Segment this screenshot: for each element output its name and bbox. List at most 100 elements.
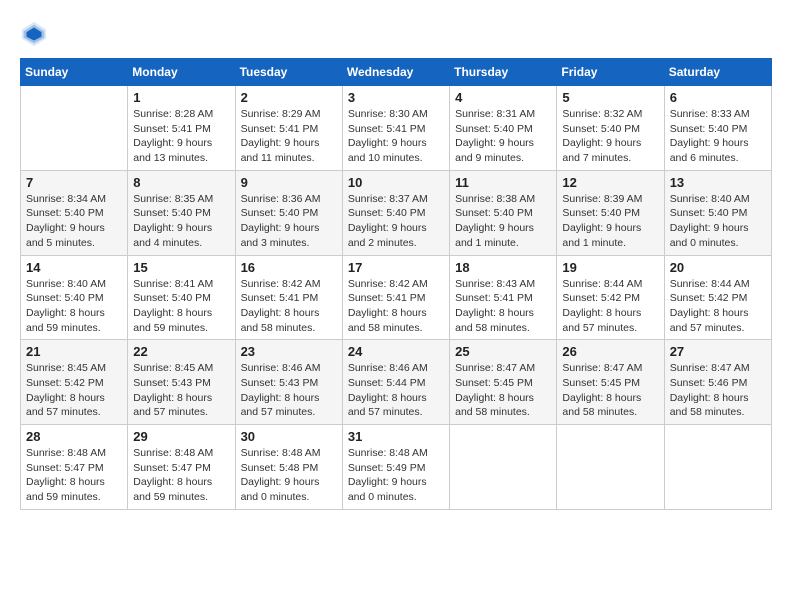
day-number: 26 bbox=[562, 344, 658, 359]
day-info: Sunrise: 8:45 AMSunset: 5:42 PMDaylight:… bbox=[26, 361, 122, 420]
day-header-tuesday: Tuesday bbox=[235, 59, 342, 86]
day-info: Sunrise: 8:40 AMSunset: 5:40 PMDaylight:… bbox=[26, 277, 122, 336]
day-info: Sunrise: 8:36 AMSunset: 5:40 PMDaylight:… bbox=[241, 192, 337, 251]
day-info: Sunrise: 8:38 AMSunset: 5:40 PMDaylight:… bbox=[455, 192, 551, 251]
day-number: 6 bbox=[670, 90, 766, 105]
calendar-cell: 16 Sunrise: 8:42 AMSunset: 5:41 PMDayligh… bbox=[235, 255, 342, 340]
calendar-cell: 21 Sunrise: 8:45 AMSunset: 5:42 PMDayligh… bbox=[21, 340, 128, 425]
logo bbox=[20, 20, 52, 48]
calendar-cell: 12 Sunrise: 8:39 AMSunset: 5:40 PMDayligh… bbox=[557, 170, 664, 255]
day-number: 7 bbox=[26, 175, 122, 190]
calendar-cell: 19 Sunrise: 8:44 AMSunset: 5:42 PMDayligh… bbox=[557, 255, 664, 340]
day-number: 18 bbox=[455, 260, 551, 275]
calendar-cell: 30 Sunrise: 8:48 AMSunset: 5:48 PMDayligh… bbox=[235, 425, 342, 510]
day-number: 14 bbox=[26, 260, 122, 275]
day-number: 31 bbox=[348, 429, 444, 444]
logo-icon bbox=[20, 20, 48, 48]
calendar-week-row: 14 Sunrise: 8:40 AMSunset: 5:40 PMDayligh… bbox=[21, 255, 772, 340]
day-number: 15 bbox=[133, 260, 229, 275]
calendar-cell: 14 Sunrise: 8:40 AMSunset: 5:40 PMDayligh… bbox=[21, 255, 128, 340]
day-number: 10 bbox=[348, 175, 444, 190]
day-info: Sunrise: 8:46 AMSunset: 5:44 PMDaylight:… bbox=[348, 361, 444, 420]
day-number: 5 bbox=[562, 90, 658, 105]
calendar-cell: 2 Sunrise: 8:29 AMSunset: 5:41 PMDaylight… bbox=[235, 86, 342, 171]
day-info: Sunrise: 8:45 AMSunset: 5:43 PMDaylight:… bbox=[133, 361, 229, 420]
calendar-cell bbox=[557, 425, 664, 510]
day-info: Sunrise: 8:34 AMSunset: 5:40 PMDaylight:… bbox=[26, 192, 122, 251]
day-info: Sunrise: 8:33 AMSunset: 5:40 PMDaylight:… bbox=[670, 107, 766, 166]
day-number: 30 bbox=[241, 429, 337, 444]
day-number: 2 bbox=[241, 90, 337, 105]
day-number: 1 bbox=[133, 90, 229, 105]
calendar-cell: 13Sunrise: 8:40 AMSunset: 5:40 PMDayligh… bbox=[664, 170, 771, 255]
calendar-cell: 29 Sunrise: 8:48 AMSunset: 5:47 PMDayligh… bbox=[128, 425, 235, 510]
day-info: Sunrise: 8:48 AMSunset: 5:47 PMDaylight:… bbox=[133, 446, 229, 505]
day-header-friday: Friday bbox=[557, 59, 664, 86]
calendar-cell: 11Sunrise: 8:38 AMSunset: 5:40 PMDayligh… bbox=[450, 170, 557, 255]
calendar-header-row: SundayMondayTuesdayWednesdayThursdayFrid… bbox=[21, 59, 772, 86]
calendar-week-row: 28 Sunrise: 8:48 AMSunset: 5:47 PMDayligh… bbox=[21, 425, 772, 510]
calendar-cell: 9 Sunrise: 8:36 AMSunset: 5:40 PMDaylight… bbox=[235, 170, 342, 255]
day-info: Sunrise: 8:42 AMSunset: 5:41 PMDaylight:… bbox=[241, 277, 337, 336]
calendar-cell bbox=[450, 425, 557, 510]
day-number: 20 bbox=[670, 260, 766, 275]
day-number: 22 bbox=[133, 344, 229, 359]
calendar-cell: 24 Sunrise: 8:46 AMSunset: 5:44 PMDayligh… bbox=[342, 340, 449, 425]
calendar-cell: 5 Sunrise: 8:32 AMSunset: 5:40 PMDaylight… bbox=[557, 86, 664, 171]
calendar-cell bbox=[21, 86, 128, 171]
day-info: Sunrise: 8:48 AMSunset: 5:49 PMDaylight:… bbox=[348, 446, 444, 505]
calendar-cell: 23Sunrise: 8:46 AMSunset: 5:43 PMDayligh… bbox=[235, 340, 342, 425]
calendar-cell: 4 Sunrise: 8:31 AMSunset: 5:40 PMDaylight… bbox=[450, 86, 557, 171]
day-header-saturday: Saturday bbox=[664, 59, 771, 86]
day-info: Sunrise: 8:47 AMSunset: 5:45 PMDaylight:… bbox=[455, 361, 551, 420]
day-info: Sunrise: 8:39 AMSunset: 5:40 PMDaylight:… bbox=[562, 192, 658, 251]
day-info: Sunrise: 8:37 AMSunset: 5:40 PMDaylight:… bbox=[348, 192, 444, 251]
calendar-cell: 3Sunrise: 8:30 AMSunset: 5:41 PMDaylight… bbox=[342, 86, 449, 171]
day-number: 21 bbox=[26, 344, 122, 359]
calendar-cell: 18Sunrise: 8:43 AMSunset: 5:41 PMDayligh… bbox=[450, 255, 557, 340]
calendar-week-row: 1 Sunrise: 8:28 AMSunset: 5:41 PMDaylight… bbox=[21, 86, 772, 171]
calendar-cell: 28Sunrise: 8:48 AMSunset: 5:47 PMDayligh… bbox=[21, 425, 128, 510]
day-number: 24 bbox=[348, 344, 444, 359]
day-number: 29 bbox=[133, 429, 229, 444]
day-info: Sunrise: 8:35 AMSunset: 5:40 PMDaylight:… bbox=[133, 192, 229, 251]
calendar-cell: 25Sunrise: 8:47 AMSunset: 5:45 PMDayligh… bbox=[450, 340, 557, 425]
day-number: 12 bbox=[562, 175, 658, 190]
calendar-week-row: 21 Sunrise: 8:45 AMSunset: 5:42 PMDayligh… bbox=[21, 340, 772, 425]
calendar-cell: 6 Sunrise: 8:33 AMSunset: 5:40 PMDaylight… bbox=[664, 86, 771, 171]
calendar-cell: 15 Sunrise: 8:41 AMSunset: 5:40 PMDayligh… bbox=[128, 255, 235, 340]
day-number: 16 bbox=[241, 260, 337, 275]
day-number: 28 bbox=[26, 429, 122, 444]
day-number: 9 bbox=[241, 175, 337, 190]
day-header-thursday: Thursday bbox=[450, 59, 557, 86]
calendar-week-row: 7 Sunrise: 8:34 AMSunset: 5:40 PMDaylight… bbox=[21, 170, 772, 255]
calendar-cell bbox=[664, 425, 771, 510]
day-number: 8 bbox=[133, 175, 229, 190]
calendar-cell: 1 Sunrise: 8:28 AMSunset: 5:41 PMDaylight… bbox=[128, 86, 235, 171]
day-info: Sunrise: 8:41 AMSunset: 5:40 PMDaylight:… bbox=[133, 277, 229, 336]
day-number: 4 bbox=[455, 90, 551, 105]
day-number: 17 bbox=[348, 260, 444, 275]
calendar-cell: 22 Sunrise: 8:45 AMSunset: 5:43 PMDayligh… bbox=[128, 340, 235, 425]
day-number: 19 bbox=[562, 260, 658, 275]
calendar-cell: 20Sunrise: 8:44 AMSunset: 5:42 PMDayligh… bbox=[664, 255, 771, 340]
calendar-cell: 7 Sunrise: 8:34 AMSunset: 5:40 PMDaylight… bbox=[21, 170, 128, 255]
day-info: Sunrise: 8:47 AMSunset: 5:46 PMDaylight:… bbox=[670, 361, 766, 420]
day-number: 3 bbox=[348, 90, 444, 105]
calendar-cell: 17 Sunrise: 8:42 AMSunset: 5:41 PMDayligh… bbox=[342, 255, 449, 340]
day-info: Sunrise: 8:44 AMSunset: 5:42 PMDaylight:… bbox=[562, 277, 658, 336]
day-header-sunday: Sunday bbox=[21, 59, 128, 86]
day-number: 27 bbox=[670, 344, 766, 359]
day-info: Sunrise: 8:28 AMSunset: 5:41 PMDaylight:… bbox=[133, 107, 229, 166]
day-info: Sunrise: 8:29 AMSunset: 5:41 PMDaylight:… bbox=[241, 107, 337, 166]
calendar-cell: 10 Sunrise: 8:37 AMSunset: 5:40 PMDayligh… bbox=[342, 170, 449, 255]
calendar-cell: 8 Sunrise: 8:35 AMSunset: 5:40 PMDaylight… bbox=[128, 170, 235, 255]
day-info: Sunrise: 8:31 AMSunset: 5:40 PMDaylight:… bbox=[455, 107, 551, 166]
day-info: Sunrise: 8:48 AMSunset: 5:48 PMDaylight:… bbox=[241, 446, 337, 505]
day-info: Sunrise: 8:32 AMSunset: 5:40 PMDaylight:… bbox=[562, 107, 658, 166]
calendar-cell: 27 Sunrise: 8:47 AMSunset: 5:46 PMDayligh… bbox=[664, 340, 771, 425]
day-info: Sunrise: 8:46 AMSunset: 5:43 PMDaylight:… bbox=[241, 361, 337, 420]
day-info: Sunrise: 8:42 AMSunset: 5:41 PMDaylight:… bbox=[348, 277, 444, 336]
calendar-cell: 26Sunrise: 8:47 AMSunset: 5:45 PMDayligh… bbox=[557, 340, 664, 425]
calendar-cell: 31 Sunrise: 8:48 AMSunset: 5:49 PMDayligh… bbox=[342, 425, 449, 510]
